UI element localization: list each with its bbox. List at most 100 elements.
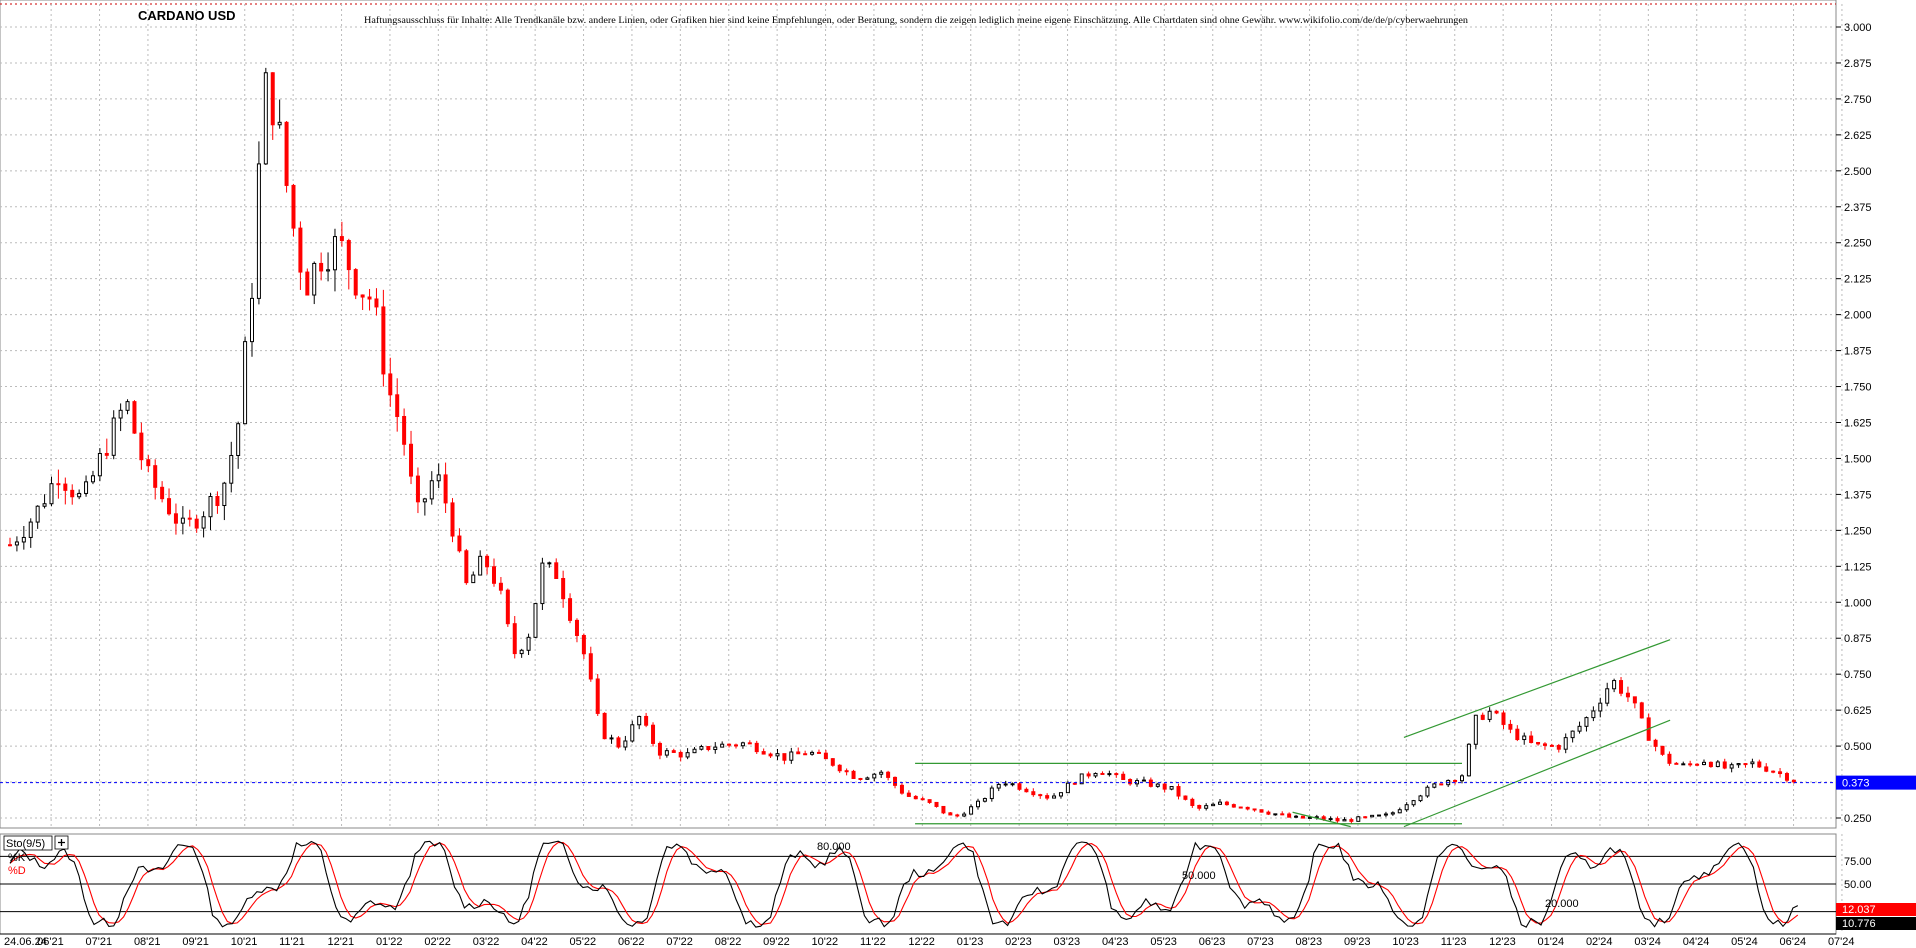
candle-body (1508, 723, 1513, 730)
candle-body (720, 743, 725, 748)
candle-body (699, 746, 704, 750)
candle-body (1356, 816, 1361, 822)
candle-body (692, 748, 697, 754)
candle-body (1743, 763, 1748, 766)
level-20-label: 20.000 (1545, 898, 1579, 910)
date-tick-label: 02'22 (424, 936, 451, 948)
candle-body (1632, 696, 1637, 704)
candle-body (1715, 761, 1720, 768)
candle-body (1335, 818, 1340, 822)
candle-body (464, 550, 469, 584)
candle-body (519, 649, 524, 655)
candle-body (256, 163, 261, 299)
date-tick-label: 04'23 (1102, 936, 1129, 948)
candle-body (948, 812, 953, 816)
candle-body (581, 634, 586, 655)
candle-body (1625, 692, 1630, 698)
price-axis: 3.000 2.875 2.750 2.625 2.500 2.375 2.250 2.125… (1836, 22, 1872, 825)
candle-body (1757, 761, 1762, 768)
candle-body (1522, 735, 1527, 741)
candle-body (284, 121, 289, 186)
price-tick-label: 2.000 (1844, 310, 1872, 322)
candle-body (8, 544, 12, 547)
candle-body (291, 184, 296, 229)
candle-body (339, 236, 344, 242)
candle-body (1708, 761, 1713, 768)
candle-body (1328, 818, 1333, 821)
candle-body (1121, 773, 1126, 781)
candle-body (1556, 744, 1561, 750)
candle-body (1045, 795, 1050, 799)
level-50-label: 50.000 (1182, 870, 1216, 882)
candle-body (229, 454, 234, 484)
candle-body (747, 742, 752, 745)
candle-body (139, 432, 144, 461)
candle-body (982, 798, 987, 802)
candle-body (969, 806, 974, 815)
candle-body (574, 619, 579, 636)
candle-body (1370, 814, 1375, 818)
date-tick-label: 12'23 (1489, 936, 1516, 948)
candle-body (201, 516, 206, 529)
candle-body (1466, 743, 1471, 777)
date-tick-label: 06'22 (618, 936, 645, 948)
candle-body (554, 562, 559, 579)
candle-body (837, 764, 842, 772)
candle-body (734, 744, 738, 747)
price-tick-label: 1.375 (1844, 489, 1872, 501)
date-tick-label: 10'22 (812, 936, 839, 948)
stochastic-title: Sto(9/5) (6, 838, 45, 850)
price-tick-label: 0.500 (1844, 741, 1872, 753)
date-tick-label: 07'23 (1247, 936, 1274, 948)
candle-body (657, 742, 662, 756)
candle-body (1577, 725, 1582, 732)
date-tick-label: 11'23 (1441, 936, 1467, 948)
candle-body (713, 746, 718, 751)
candle-body (823, 752, 828, 760)
candle-body (1695, 763, 1700, 766)
candle-body (1052, 795, 1057, 799)
candle-body (28, 521, 33, 538)
price-tick-label: 1.250 (1844, 525, 1872, 537)
date-axis: 24.06.2406'21 07'21 08'21 09'21 10'21 11'21 12… (0, 933, 1855, 948)
candle-body (367, 296, 372, 300)
price-tick-label: 0.250 (1844, 813, 1872, 825)
candle-body (436, 474, 441, 482)
candle-body (180, 517, 185, 524)
candle-body (187, 517, 192, 520)
candle-body (160, 486, 165, 500)
candle-body (651, 724, 656, 744)
candle-body (1273, 813, 1278, 816)
candle-body (222, 482, 227, 507)
date-tick-label: 03'24 (1634, 936, 1661, 948)
date-tick-label: 10'21 (231, 936, 258, 948)
candle-body (132, 401, 137, 434)
candle-body (1660, 745, 1665, 755)
candle-body (42, 503, 47, 507)
date-tick-label: 06'23 (1199, 936, 1226, 948)
candle-body (775, 753, 780, 757)
candle-body (194, 518, 199, 529)
price-tick-label: 1.625 (1844, 418, 1872, 430)
level-80-label: 80.000 (817, 841, 851, 853)
candle-body (118, 409, 123, 419)
stochastic-axis: 75.00 50.00 (1844, 856, 1872, 891)
price-panel (0, 0, 1837, 829)
candle-body (1515, 728, 1520, 741)
price-tick-label: 1.000 (1844, 597, 1872, 609)
candle-body (1349, 819, 1354, 822)
date-tick-label: 10'23 (1392, 936, 1419, 948)
candle-body (1529, 735, 1534, 743)
candle-body (1612, 680, 1617, 690)
candle-body (374, 298, 379, 308)
candle-body (1591, 710, 1596, 719)
candle-body (1238, 806, 1243, 809)
candle-body (1224, 801, 1229, 806)
candle-body (1211, 803, 1216, 807)
candle-body (526, 636, 531, 651)
candle-body (547, 562, 552, 565)
candle-body (671, 750, 676, 753)
candle-body (1114, 773, 1119, 776)
candle-body (796, 751, 801, 755)
candle-body (1619, 680, 1624, 694)
